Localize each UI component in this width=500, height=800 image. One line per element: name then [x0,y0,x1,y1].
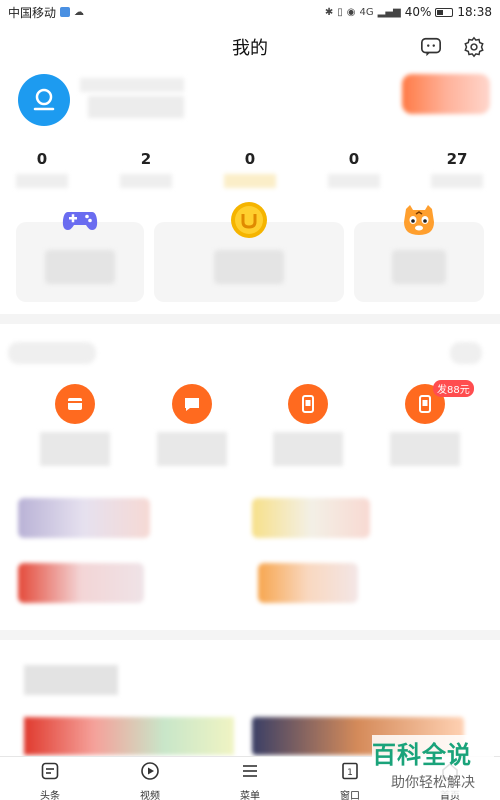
list-item-blurred[interactable] [252,498,370,538]
sim-icon [60,7,71,17]
svg-text:1: 1 [347,768,353,778]
gold-coin-icon [231,202,267,238]
tools-grid: 发88元 [0,380,500,470]
cloud-icon: ☁ [74,6,85,18]
stat-label-blurred [16,174,68,188]
watermark-title: 百科全说 [372,741,472,769]
tab-news[interactable]: 头条 [20,761,80,800]
phone-card-icon [288,384,328,424]
stat-label-blurred [328,174,380,188]
section-more-blurred[interactable] [450,342,482,364]
stat-value: 0 [244,150,256,168]
tab-label: 菜单 [240,791,260,800]
list-item-blurred[interactable] [18,563,144,603]
stat-label-blurred [431,174,483,188]
card-label-blurred [392,250,446,284]
stat-item[interactable]: 27 [427,150,487,188]
section-title-blurred [8,342,96,364]
clock: 18:38 [457,5,492,19]
stat-item[interactable]: 0 [220,150,280,188]
news-icon [41,762,59,780]
tool-label-blurred [157,432,227,466]
watermark-subtitle: 助你轻松解决 [391,775,475,791]
message-icon [172,384,212,424]
tiger-icon [404,205,434,235]
tool-label-blurred [40,432,110,466]
card-label-blurred [45,250,115,284]
stat-value: 2 [140,150,152,168]
tool-item[interactable] [152,380,232,466]
list-item-blurred[interactable] [18,498,150,538]
banner-image-blurred[interactable] [24,717,234,755]
tool-item[interactable]: 发88元 [385,380,474,466]
stat-value: 27 [446,150,468,168]
signal-icon: ▂▄▆ [377,6,401,18]
tab-label: 视频 [140,791,160,800]
vibrate-icon: ▯ [337,6,343,18]
menu-icon [243,765,257,777]
stat-value: 0 [36,150,48,168]
watermark: 百科全说 助你轻松解决 [372,735,494,795]
tab-label: 窗口 [340,791,360,800]
tab-menu[interactable]: 菜单 [220,761,280,800]
stat-item[interactable]: 0 [324,150,384,188]
wallet-icon [55,384,95,424]
signal-type: 4G [359,6,374,18]
status-bar: 中国移动 ☁ ✱ ▯ ◉ 4G ▂▄▆ 40% 18:38 [0,0,500,24]
avatar[interactable] [18,74,70,126]
section-divider [0,314,500,324]
profile-section[interactable] [18,74,490,128]
play-icon [141,762,159,780]
banner-title-blurred [24,665,118,695]
gear-icon[interactable] [463,36,485,58]
section-divider [0,630,500,640]
eye-icon: ◉ [346,6,356,18]
tab-label: 头条 [40,791,60,800]
gamepad-icon [62,212,98,230]
tool-item[interactable] [35,380,115,466]
page-header: 我的 [0,28,500,68]
chat-icon[interactable] [420,36,442,58]
stat-item[interactable]: 0 [12,150,72,188]
window-icon: 1 [342,762,358,780]
promo-badge: 发88元 [433,380,474,397]
bluetooth-icon: ✱ [324,6,334,18]
stats-row: 0 2 0 0 27 [0,150,500,194]
list-item-blurred[interactable] [258,563,358,603]
card-label-blurred [214,250,284,284]
feature-cards [16,200,484,302]
stat-value: 0 [348,150,360,168]
carrier-label: 中国移动 [8,5,57,20]
user-icon [33,88,55,111]
tab-video[interactable]: 视频 [120,761,180,800]
stat-item[interactable]: 2 [116,150,176,188]
tool-label-blurred [390,432,460,466]
tool-label-blurred [273,432,343,466]
battery-percent: 40% [404,5,432,19]
tab-window[interactable]: 1 窗口 [320,761,380,800]
stat-label-blurred [224,174,276,188]
battery-icon [435,7,454,17]
stat-label-blurred [120,174,172,188]
tool-item[interactable] [268,380,348,466]
username-blurred [80,78,184,92]
user-info-blurred [88,96,184,118]
vip-banner-blurred[interactable] [402,74,490,114]
